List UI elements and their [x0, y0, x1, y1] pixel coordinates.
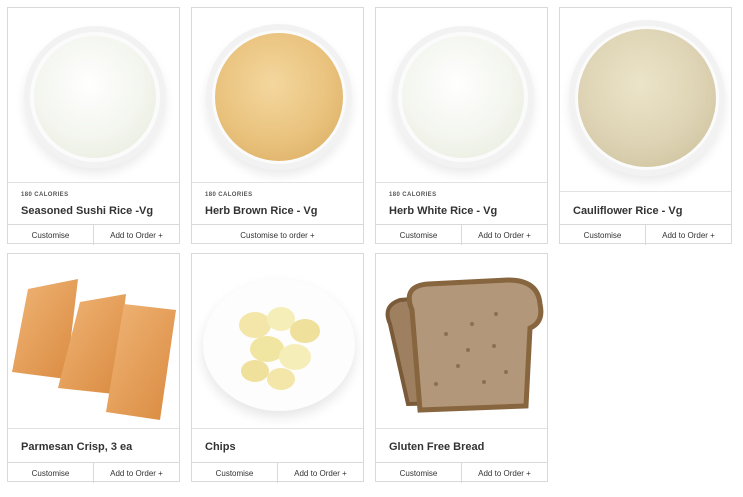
rice-bowl-image	[206, 24, 352, 170]
customise-button[interactable]: Customise	[8, 225, 93, 245]
item-image-white-rice[interactable]	[8, 8, 179, 183]
rice-bowl-image	[24, 26, 166, 168]
item-image-white-rice[interactable]	[376, 8, 547, 183]
card-actions: Customise Add to Order +	[376, 462, 547, 483]
customise-button[interactable]: Customise	[8, 463, 93, 483]
calories-label: 180 CALORIES	[389, 192, 437, 198]
menu-card[interactable]: 180 CALORIES Herb Brown Rice - Vg Custom…	[191, 7, 364, 244]
customise-button[interactable]: Customise	[376, 463, 461, 483]
menu-card[interactable]: 180 CALORIES Herb White Rice - Vg Custom…	[375, 7, 548, 245]
item-name: Gluten Free Bread	[389, 441, 485, 453]
item-name: Parmesan Crisp, 3 ea	[21, 441, 133, 453]
add-to-order-button[interactable]: Add to Order +	[93, 225, 179, 245]
customise-to-order-button[interactable]: Customise to order +	[192, 225, 363, 245]
item-image-bread[interactable]	[376, 254, 547, 429]
add-to-order-button[interactable]: Add to Order +	[277, 463, 363, 483]
bread-slices-image	[385, 277, 544, 413]
menu-card[interactable]: 180 CALORIES Seasoned Sushi Rice -Vg Cus…	[7, 7, 180, 245]
customise-button[interactable]: Customise	[192, 463, 277, 483]
menu-card[interactable]: Parmesan Crisp, 3 ea Customise Add to Or…	[7, 253, 180, 483]
item-image-cauliflower-rice[interactable]	[560, 8, 731, 192]
card-actions: Customise Add to Order +	[8, 462, 179, 483]
chips-plate-image	[203, 279, 355, 411]
add-to-order-button[interactable]: Add to Order +	[461, 225, 547, 245]
rice-bowl-image	[569, 20, 725, 176]
card-actions: Customise Add to Order +	[8, 224, 179, 245]
card-actions: Customise Add to Order +	[560, 224, 731, 245]
item-name: Cauliflower Rice - Vg	[573, 205, 683, 217]
item-image-chips[interactable]	[192, 254, 363, 429]
add-to-order-button[interactable]: Add to Order +	[93, 463, 179, 483]
card-actions: Customise Add to Order +	[376, 224, 547, 245]
card-actions: Customise to order +	[192, 224, 363, 245]
menu-card[interactable]: Gluten Free Bread Customise Add to Order…	[375, 253, 548, 483]
rice-bowl-image	[392, 26, 534, 168]
card-actions: Customise Add to Order +	[192, 462, 363, 483]
add-to-order-button[interactable]: Add to Order +	[645, 225, 731, 245]
menu-grid: 180 CALORIES Seasoned Sushi Rice -Vg Cus…	[0, 0, 743, 497]
menu-card[interactable]: Cauliflower Rice - Vg Customise Add to O…	[559, 7, 732, 245]
item-name: Herb Brown Rice - Vg	[205, 205, 318, 217]
customise-button[interactable]: Customise	[376, 225, 461, 245]
menu-card[interactable]: Chips Customise Add to Order +	[191, 253, 364, 483]
calories-label: 180 CALORIES	[21, 192, 69, 198]
parmesan-crisps-image	[12, 279, 176, 420]
calories-label: 180 CALORIES	[205, 192, 253, 198]
customise-button[interactable]: Customise	[560, 225, 645, 245]
item-name: Chips	[205, 441, 236, 453]
item-image-brown-rice[interactable]	[192, 8, 363, 183]
item-name: Herb White Rice - Vg	[389, 205, 498, 217]
item-image-parmesan-crisps[interactable]	[8, 254, 179, 429]
item-name: Seasoned Sushi Rice -Vg	[21, 205, 154, 217]
add-to-order-button[interactable]: Add to Order +	[461, 463, 547, 483]
